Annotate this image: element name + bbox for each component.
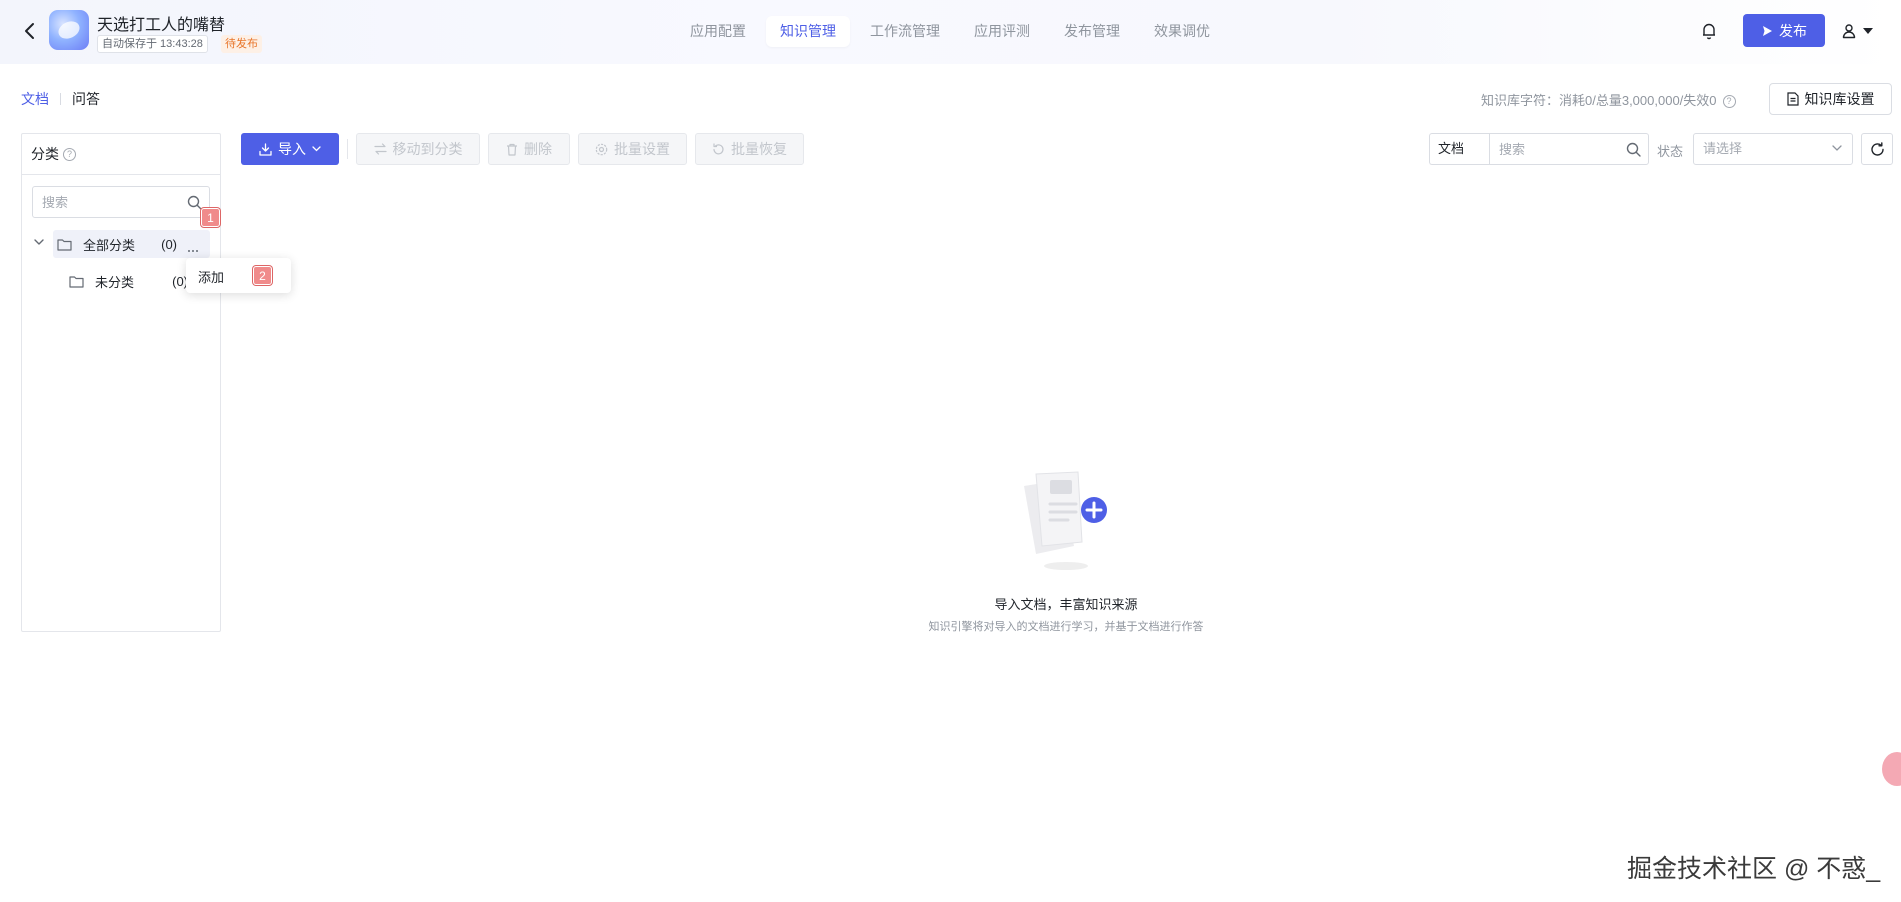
app-title: 天选打工人的嘴替 <box>97 17 226 34</box>
tab-app-config[interactable]: 应用配置 <box>676 16 760 47</box>
tab-knowledge-management[interactable]: 知识管理 <box>766 16 850 47</box>
document-icon <box>1786 92 1799 106</box>
refresh-icon <box>1870 141 1884 156</box>
more-icon[interactable] <box>184 244 202 258</box>
bell-icon[interactable] <box>1699 20 1719 42</box>
batch-restore-label: 批量恢复 <box>731 141 787 157</box>
status-badge: 待发布 <box>221 35 262 53</box>
search-icon[interactable] <box>187 195 202 210</box>
category-panel: 分类 ? <box>21 133 221 632</box>
delete-label: 删除 <box>524 141 552 157</box>
gear-icon <box>595 143 608 155</box>
category-context-menu: 添加 2 <box>186 258 291 293</box>
delete-button[interactable]: 删除 <box>488 133 570 165</box>
autosave-status: 自动保存于 13:43:28 <box>97 35 208 53</box>
doc-type-tabs: 文档 问答 <box>21 89 100 109</box>
search-icon[interactable] <box>1626 142 1641 157</box>
help-icon[interactable]: ? <box>1722 95 1736 109</box>
tree-item-label: 全部分类 <box>83 237 136 253</box>
batch-restore-button[interactable]: 批量恢复 <box>695 133 804 165</box>
toolbar-divider <box>347 139 348 159</box>
batch-settings-label: 批量设置 <box>614 141 670 157</box>
watermark: 掘金技术社区 @ 不惑_ <box>1627 855 1881 883</box>
user-icon <box>1842 24 1856 39</box>
tree-item-label: 未分类 <box>95 274 135 290</box>
top-bar: 天选打工人的嘴替 自动保存于 13:43:28 待发布 应用配置 知识管理 工作… <box>0 0 1901 64</box>
publish-label: 发布 <box>1779 22 1807 39</box>
undo-icon <box>713 142 724 154</box>
filter-type-select[interactable]: 文档 <box>1429 133 1490 165</box>
app-logo <box>49 10 89 50</box>
kb-settings-button[interactable]: 知识库设置 <box>1769 83 1892 115</box>
tab-workflow-management[interactable]: 工作流管理 <box>856 16 954 47</box>
chevron-down-icon <box>1832 145 1842 151</box>
tab-qa[interactable]: 问答 <box>72 89 100 109</box>
publish-button[interactable]: 发布 <box>1743 14 1825 47</box>
step-badge-2: 2 <box>253 266 272 285</box>
swap-icon <box>373 143 387 155</box>
caret-down-icon <box>1863 28 1873 34</box>
empty-state-description: 知识引擎将对导入的文档进行学习，并基于文档进行作答 <box>928 621 1204 633</box>
tab-effect-tuning[interactable]: 效果调优 <box>1140 16 1224 47</box>
doc-search <box>1489 133 1649 165</box>
kb-char-stats-text: 知识库字符：消耗0/总量3,000,000/失效0 <box>1481 93 1717 108</box>
refresh-button[interactable] <box>1861 133 1893 165</box>
tab-documents[interactable]: 文档 <box>21 89 49 109</box>
import-label: 导入 <box>278 141 306 157</box>
step-badge-1: 1 <box>201 208 220 227</box>
user-menu[interactable] <box>1841 18 1883 44</box>
folder-icon <box>57 238 72 251</box>
back-arrow-icon[interactable] <box>20 20 40 42</box>
chevron-down-icon <box>34 239 44 245</box>
move-to-category-label: 移动到分类 <box>392 141 463 157</box>
menu-item-add[interactable]: 添加 <box>198 267 224 286</box>
category-search-input[interactable] <box>33 187 209 217</box>
floating-assistant-button[interactable] <box>1882 752 1901 786</box>
help-icon[interactable]: ? <box>63 147 76 161</box>
import-icon <box>259 142 272 156</box>
send-icon <box>1763 25 1772 36</box>
category-title: 分类 <box>31 146 59 162</box>
tab-app-evaluation[interactable]: 应用评测 <box>960 16 1044 47</box>
status-select[interactable]: 请选择 <box>1693 133 1853 165</box>
trash-icon <box>507 143 517 156</box>
move-to-category-button[interactable]: 移动到分类 <box>356 133 480 165</box>
tab-divider <box>60 93 61 105</box>
category-header: 分类 ? <box>22 134 220 175</box>
doc-search-input[interactable] <box>1490 134 1648 164</box>
status-filter-label: 状态 <box>1657 144 1684 159</box>
batch-settings-button[interactable]: 批量设置 <box>578 133 687 165</box>
main-nav: 应用配置 知识管理 工作流管理 应用评测 发布管理 效果调优 <box>676 16 1224 47</box>
status-select-placeholder: 请选择 <box>1703 141 1743 156</box>
tree-expand-toggle[interactable] <box>32 235 46 249</box>
tree-item-uncategorized[interactable]: 未分类 (0) <box>69 271 188 291</box>
kb-settings-label: 知识库设置 <box>1804 91 1875 107</box>
kb-char-stats: 知识库字符：消耗0/总量3,000,000/失效0? <box>1481 90 1736 109</box>
folder-icon <box>69 275 84 288</box>
tab-publish-management[interactable]: 发布管理 <box>1050 16 1134 47</box>
import-button[interactable]: 导入 <box>241 133 339 165</box>
tree-item-count: (0) <box>161 236 177 252</box>
empty-state-title: 导入文档，丰富知识来源 <box>994 597 1138 612</box>
category-search <box>32 186 210 218</box>
chevron-down-icon <box>312 146 321 152</box>
empty-state-illustration <box>1016 466 1132 572</box>
